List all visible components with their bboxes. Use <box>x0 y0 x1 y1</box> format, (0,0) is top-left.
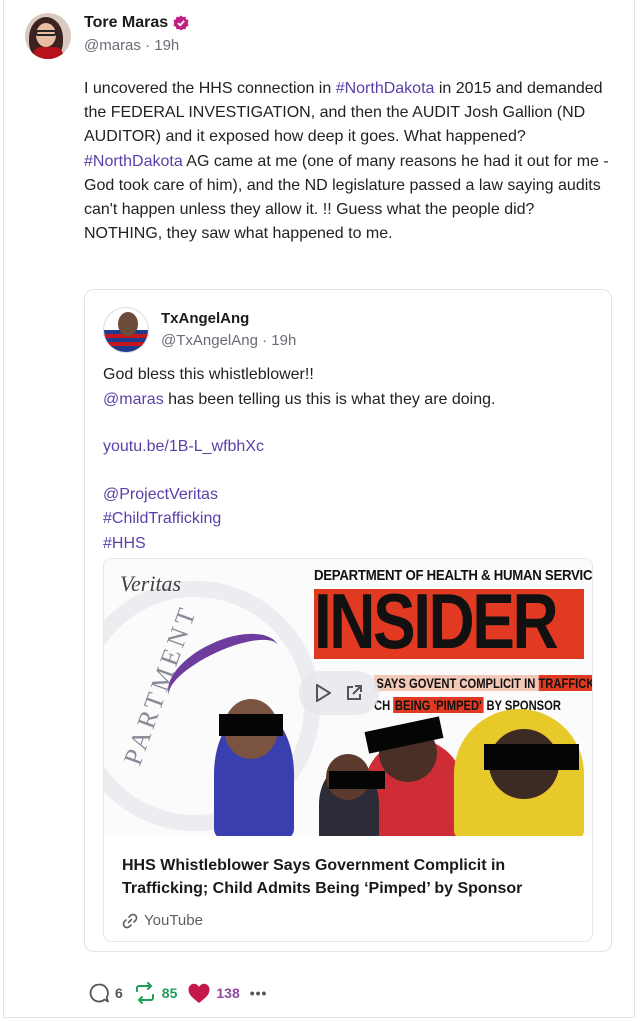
tag-project-veritas[interactable]: @ProjectVeritas <box>103 483 598 508</box>
quoted-author-handle-time: @TxAngelAng · 19h <box>161 332 297 349</box>
link-preview-title[interactable]: HHS Whistleblower Says Government Compli… <box>122 854 562 900</box>
link-preview-card[interactable]: PARTMENT Veritas DEPARTMENT OF HEALTH & … <box>103 558 593 942</box>
author-name[interactable]: Tore Maras <box>84 14 189 32</box>
thumb-subline-1: SAYS GOVENT COMPLICIT IN TRAFFICKING <box>374 675 592 691</box>
video-thumbnail[interactable]: PARTMENT Veritas DEPARTMENT OF HEALTH & … <box>104 559 592 836</box>
link-preview-source: YouTube <box>122 912 574 929</box>
open-external-icon[interactable] <box>345 684 363 702</box>
verified-badge-icon <box>173 15 189 31</box>
post-header: Tore Maras @maras · 19h <box>25 13 189 59</box>
quoted-post[interactable]: TxAngelAng @TxAngelAng · 19h God bless t… <box>84 289 612 952</box>
play-icon[interactable] <box>315 684 331 702</box>
video-controls[interactable] <box>299 671 379 715</box>
reply-icon <box>89 983 109 1003</box>
link-icon <box>122 913 138 928</box>
quoted-author-avatar[interactable] <box>103 307 149 353</box>
quoted-post-time[interactable]: 19h <box>271 332 296 349</box>
post-text: I uncovered the HHS connection in #North… <box>84 77 614 246</box>
like-count: 138 <box>216 985 240 1001</box>
post-text-segment: I uncovered the HHS connection in <box>84 80 336 97</box>
quoted-line-2: @maras has been telling us this is what … <box>103 390 496 408</box>
repost-button[interactable]: 85 <box>133 982 178 1004</box>
more-options-button[interactable]: ••• <box>250 985 268 1001</box>
author-name-text[interactable]: Tore Maras <box>84 14 168 32</box>
author-handle[interactable]: @maras <box>84 37 141 54</box>
repost-count: 85 <box>161 985 178 1001</box>
reply-button[interactable]: 6 <box>88 982 123 1004</box>
quoted-post-text: God bless this whistleblower!! @maras ha… <box>103 363 598 556</box>
tag-hhs[interactable]: #HHS <box>103 532 598 557</box>
post-time[interactable]: 19h <box>154 37 179 54</box>
mention-link[interactable]: @maras <box>103 391 164 408</box>
quoted-author-handle[interactable]: @TxAngelAng <box>161 332 258 349</box>
author-handle-time: @maras · 19h <box>84 37 180 54</box>
reply-count: 6 <box>115 985 123 1001</box>
quoted-line-1: God bless this whistleblower!! <box>103 366 314 383</box>
youtube-link[interactable]: youtu.be/1B-L_wfbhXc <box>103 435 598 460</box>
author-avatar[interactable] <box>25 13 71 59</box>
thumb-headline: INSIDER <box>314 577 559 665</box>
heart-icon <box>188 983 210 1003</box>
like-button[interactable]: 138 <box>187 982 240 1004</box>
hashtag-link[interactable]: #NorthDakota <box>84 153 183 170</box>
veritas-logo: Veritas <box>120 571 182 596</box>
tag-child-trafficking[interactable]: #ChildTrafficking <box>103 507 598 532</box>
more-icon: ••• <box>249 985 268 1001</box>
repost-icon <box>135 982 154 1004</box>
post-actions: 6 85 138 ••• <box>88 982 277 1004</box>
quoted-author-name[interactable]: TxAngelAng <box>161 310 296 327</box>
hashtag-link[interactable]: #NorthDakota <box>336 80 435 97</box>
